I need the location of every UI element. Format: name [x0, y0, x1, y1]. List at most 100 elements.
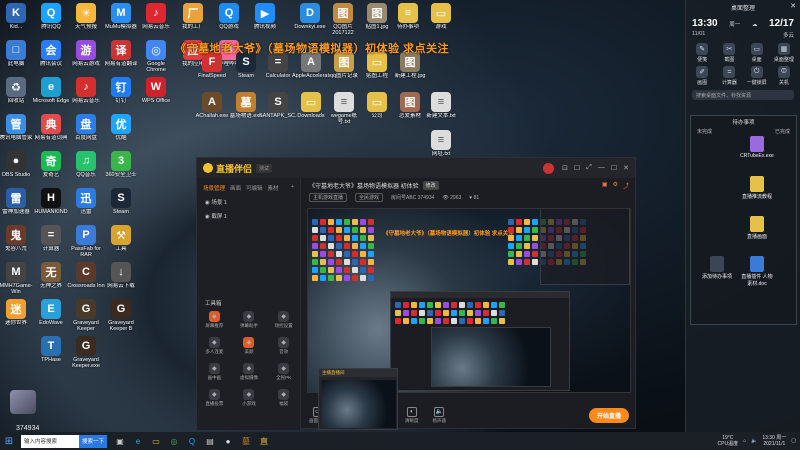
desktop-icon[interactable]: □ 此电脑	[0, 40, 34, 80]
panel-file[interactable]: 添加待办事项	[699, 256, 735, 280]
edge-icon[interactable]: e	[129, 432, 147, 450]
desktop-icon[interactable]: G Graveyard Keeper B	[103, 299, 139, 339]
desktop-icon[interactable]: S Steam	[228, 52, 264, 92]
desktop-icon[interactable]: K Kid...	[0, 3, 34, 43]
desktop-icon[interactable]: 雷雷神加速器	[0, 188, 34, 228]
toolbox-item[interactable]: ◆ 小游戏	[232, 389, 267, 407]
add-scene-icon[interactable]: +	[291, 184, 294, 192]
category-pill[interactable]: 主机游戏直播	[309, 193, 348, 202]
desktop-icon[interactable]: 管腾讯电脑管家	[0, 114, 34, 154]
desktop-icon[interactable]: ♻ 回收站	[0, 77, 34, 117]
app-tab[interactable]: 素材	[268, 184, 279, 192]
desktop-icon[interactable]: E EdoWave	[33, 299, 69, 339]
toolbox-item[interactable]: ◆ 虚拟摄像	[232, 363, 267, 381]
desktop-icon[interactable]: 迷迷你世界	[0, 299, 34, 339]
notification-icon[interactable]: ▢	[791, 438, 796, 444]
desktop-icon[interactable]: S Steam	[103, 188, 139, 228]
volume-icon[interactable]: 🔈	[751, 438, 757, 444]
settings-icon[interactable]: ⚙	[613, 181, 618, 190]
panel-search-input[interactable]: 搜索桌面文件、秒找资源	[692, 90, 794, 100]
tray-weather[interactable]: 19°C CPU温度	[718, 435, 739, 447]
desktop-icon[interactable]: C Crossroads Inn	[67, 262, 105, 302]
desktop-icon[interactable]: ▭ 公司	[359, 92, 395, 132]
toolbox-item[interactable]: ◆ 全民PK	[266, 363, 301, 381]
desktop-icon[interactable]: ↓ 网易云下载	[103, 262, 139, 302]
desktop-icon[interactable]: D Downkyi.exe	[292, 3, 328, 43]
panel-tool[interactable]: ✎ 便笺	[690, 43, 714, 63]
app-tab[interactable]: 可编辑	[246, 184, 263, 192]
obs-icon[interactable]: ●	[219, 432, 237, 450]
todo-tab-done[interactable]: 已完成	[775, 128, 790, 135]
desktop-icon[interactable]: A AChallah.exe	[194, 92, 230, 132]
tag-pill[interactable]: 全民游戏	[355, 193, 384, 202]
share-icon[interactable]: ⤴	[623, 181, 629, 190]
screenshot-icon[interactable]: ⊡	[562, 164, 568, 172]
taskbar-search-button[interactable]: 搜索一下	[79, 434, 108, 448]
desktop-icon[interactable]: = Calculator	[260, 52, 296, 92]
desktop-icon[interactable]: T TPHase	[33, 336, 69, 376]
panel-file[interactable]: 直播插件 人物素材.doc	[739, 256, 775, 287]
desktop-icon[interactable]: ⚒ 工具	[103, 225, 139, 265]
desktop-icon[interactable]: Q QQ游戏	[211, 3, 247, 43]
desktop-icon[interactable]: M MuMu模拟器	[103, 3, 139, 43]
panel-tool[interactable]: ✂ 截图	[717, 43, 741, 63]
panel-tool[interactable]: = 计算器	[717, 66, 741, 86]
toolbox-item[interactable]: ◆ 弹幕助手	[232, 311, 267, 329]
desktop-icon[interactable]: 钉钉钉	[103, 77, 139, 117]
desktop-icon[interactable]: ◎ Google Chrome	[138, 40, 174, 80]
desktop-icon[interactable]: ▭ Downloads	[293, 92, 329, 132]
toolbox-item[interactable]: ◆ 福袋	[266, 389, 301, 407]
desktop-icon[interactable]: 盘百度网盘	[68, 114, 104, 154]
desktop-icon[interactable]: ♪ 网易云音乐	[68, 77, 104, 117]
desktop-icon[interactable]: Q 腾讯QQ	[33, 3, 69, 43]
close-icon[interactable]: ✕	[790, 2, 796, 10]
edit-title-button[interactable]: 修改	[422, 180, 439, 190]
desktop-icon[interactable]: P PassFab for RAR	[68, 225, 104, 265]
desktop-icon[interactable]: 鬼鬼谷八荒	[0, 225, 34, 265]
gift-icon[interactable]: ▣	[602, 181, 608, 190]
toolbox-item[interactable]: ◆ 直播投票	[197, 389, 232, 407]
panel-file[interactable]: CRTubeEx.exe	[739, 136, 775, 159]
store-icon[interactable]: ▤	[201, 432, 219, 450]
desktop-icon[interactable]: H HUMANKIND	[33, 188, 69, 228]
minimize-icon[interactable]: —	[598, 164, 605, 172]
toolbox-item[interactable]: ◆ 场控设置	[266, 311, 301, 329]
expand-icon[interactable]: ⤢	[586, 164, 592, 172]
avatar[interactable]	[543, 162, 555, 174]
desktop-icon[interactable]: 译网易有道翻译	[103, 40, 139, 80]
desktop-icon[interactable]: F FinalSpeed	[194, 52, 230, 92]
desktop-icon[interactable]: 奇爱奇艺	[33, 151, 69, 191]
mini-live-window[interactable]: 主播直播间	[318, 368, 398, 430]
toolbox-item[interactable]: ◆ 美颜	[232, 337, 267, 355]
network-icon[interactable]: ⌂	[743, 438, 746, 444]
tray-clock[interactable]: 13:30 周一 2021/11/1	[762, 435, 786, 447]
desktop-icon[interactable]: ≡ 待办事项	[390, 3, 426, 43]
streaming-app-icon[interactable]: 直	[255, 432, 273, 450]
desktop-icon[interactable]: ▭ 游戏	[423, 3, 459, 43]
desktop-icon[interactable]: 会腾讯会议	[33, 40, 69, 80]
bottom-tool[interactable]: 🔈 扬声器	[433, 406, 446, 424]
toolbox-item[interactable]: ◆ 音效	[266, 337, 301, 355]
desktop-icon[interactable]: ● OBS Studio	[0, 151, 34, 191]
desktop-icon[interactable]: 迅迅雷	[68, 188, 104, 228]
scene-item[interactable]: ◉ 截屏 1	[197, 209, 300, 223]
desktop-icon[interactable]: 典网易有道词典	[33, 114, 69, 154]
close-icon[interactable]: ✕	[623, 164, 629, 172]
desktop-icon[interactable]: M MMH7Game-Win	[0, 262, 34, 302]
panel-tool[interactable]: ✐ 画图	[690, 66, 714, 86]
desktop-icon[interactable]: e Microsoft Edge	[33, 77, 69, 117]
panel-tool[interactable]: ▭ 桌面	[745, 43, 769, 63]
panel-tool[interactable]: ⏻ 一键锁屏	[745, 66, 769, 86]
panel-file[interactable]: 直播画面	[739, 216, 775, 240]
message-icon[interactable]: ☐	[574, 164, 580, 172]
game-icon[interactable]: 墓	[237, 432, 255, 450]
task-view-icon[interactable]: ▣	[111, 432, 129, 450]
folder-icon[interactable]: ▭	[147, 432, 165, 450]
desktop-icon[interactable]: 墓墓场物语.exe	[228, 92, 264, 132]
desktop-icon[interactable]: A AppleAccelerator	[292, 52, 330, 92]
desktop-icon[interactable]: 3 360安全卫士	[103, 151, 139, 191]
toolbox-item[interactable]: ◆ 画中画	[197, 363, 232, 381]
desktop-icon[interactable]: G Graveyard Keeper	[68, 299, 104, 339]
toolbox-item[interactable]: ◆ 多人连麦	[197, 337, 232, 355]
panel-tool[interactable]: ▦ 桌面整理	[772, 43, 796, 63]
